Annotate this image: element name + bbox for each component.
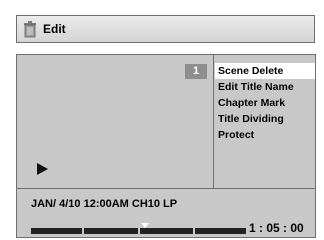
play-icon <box>37 163 48 175</box>
menu-item-scene-delete[interactable]: Scene Delete <box>215 63 315 79</box>
playhead-marker <box>141 223 149 228</box>
divider <box>17 188 315 189</box>
menu-item-title-dividing[interactable]: Title Dividing <box>215 111 315 127</box>
timeline-segment-divider <box>138 228 140 234</box>
menu-item-chapter-mark[interactable]: Chapter Mark <box>215 95 315 111</box>
timeline-bar[interactable] <box>31 228 246 234</box>
menu-item-edit-title-name[interactable]: Edit Title Name <box>215 79 315 95</box>
menu-item-protect[interactable]: Protect <box>215 127 315 143</box>
page-title: Edit <box>43 22 66 36</box>
recording-info: JAN/ 4/10 12:00AM CH10 LP <box>31 198 178 210</box>
header-bar: Edit <box>16 15 315 43</box>
title-number-badge: 1 <box>185 64 207 79</box>
video-preview: 1 <box>17 55 214 188</box>
timeline-segment-divider <box>82 228 84 234</box>
edit-screen: Edit 1 Scene Delete Edit Title Name Chap… <box>0 0 324 240</box>
timeline-segment-divider <box>193 228 195 234</box>
trash-icon <box>24 21 36 38</box>
elapsed-time: 1 : 05 : 00 <box>249 221 304 235</box>
edit-menu: Scene Delete Edit Title Name Chapter Mar… <box>215 63 315 143</box>
edit-panel: 1 Scene Delete Edit Title Name Chapter M… <box>16 54 316 238</box>
